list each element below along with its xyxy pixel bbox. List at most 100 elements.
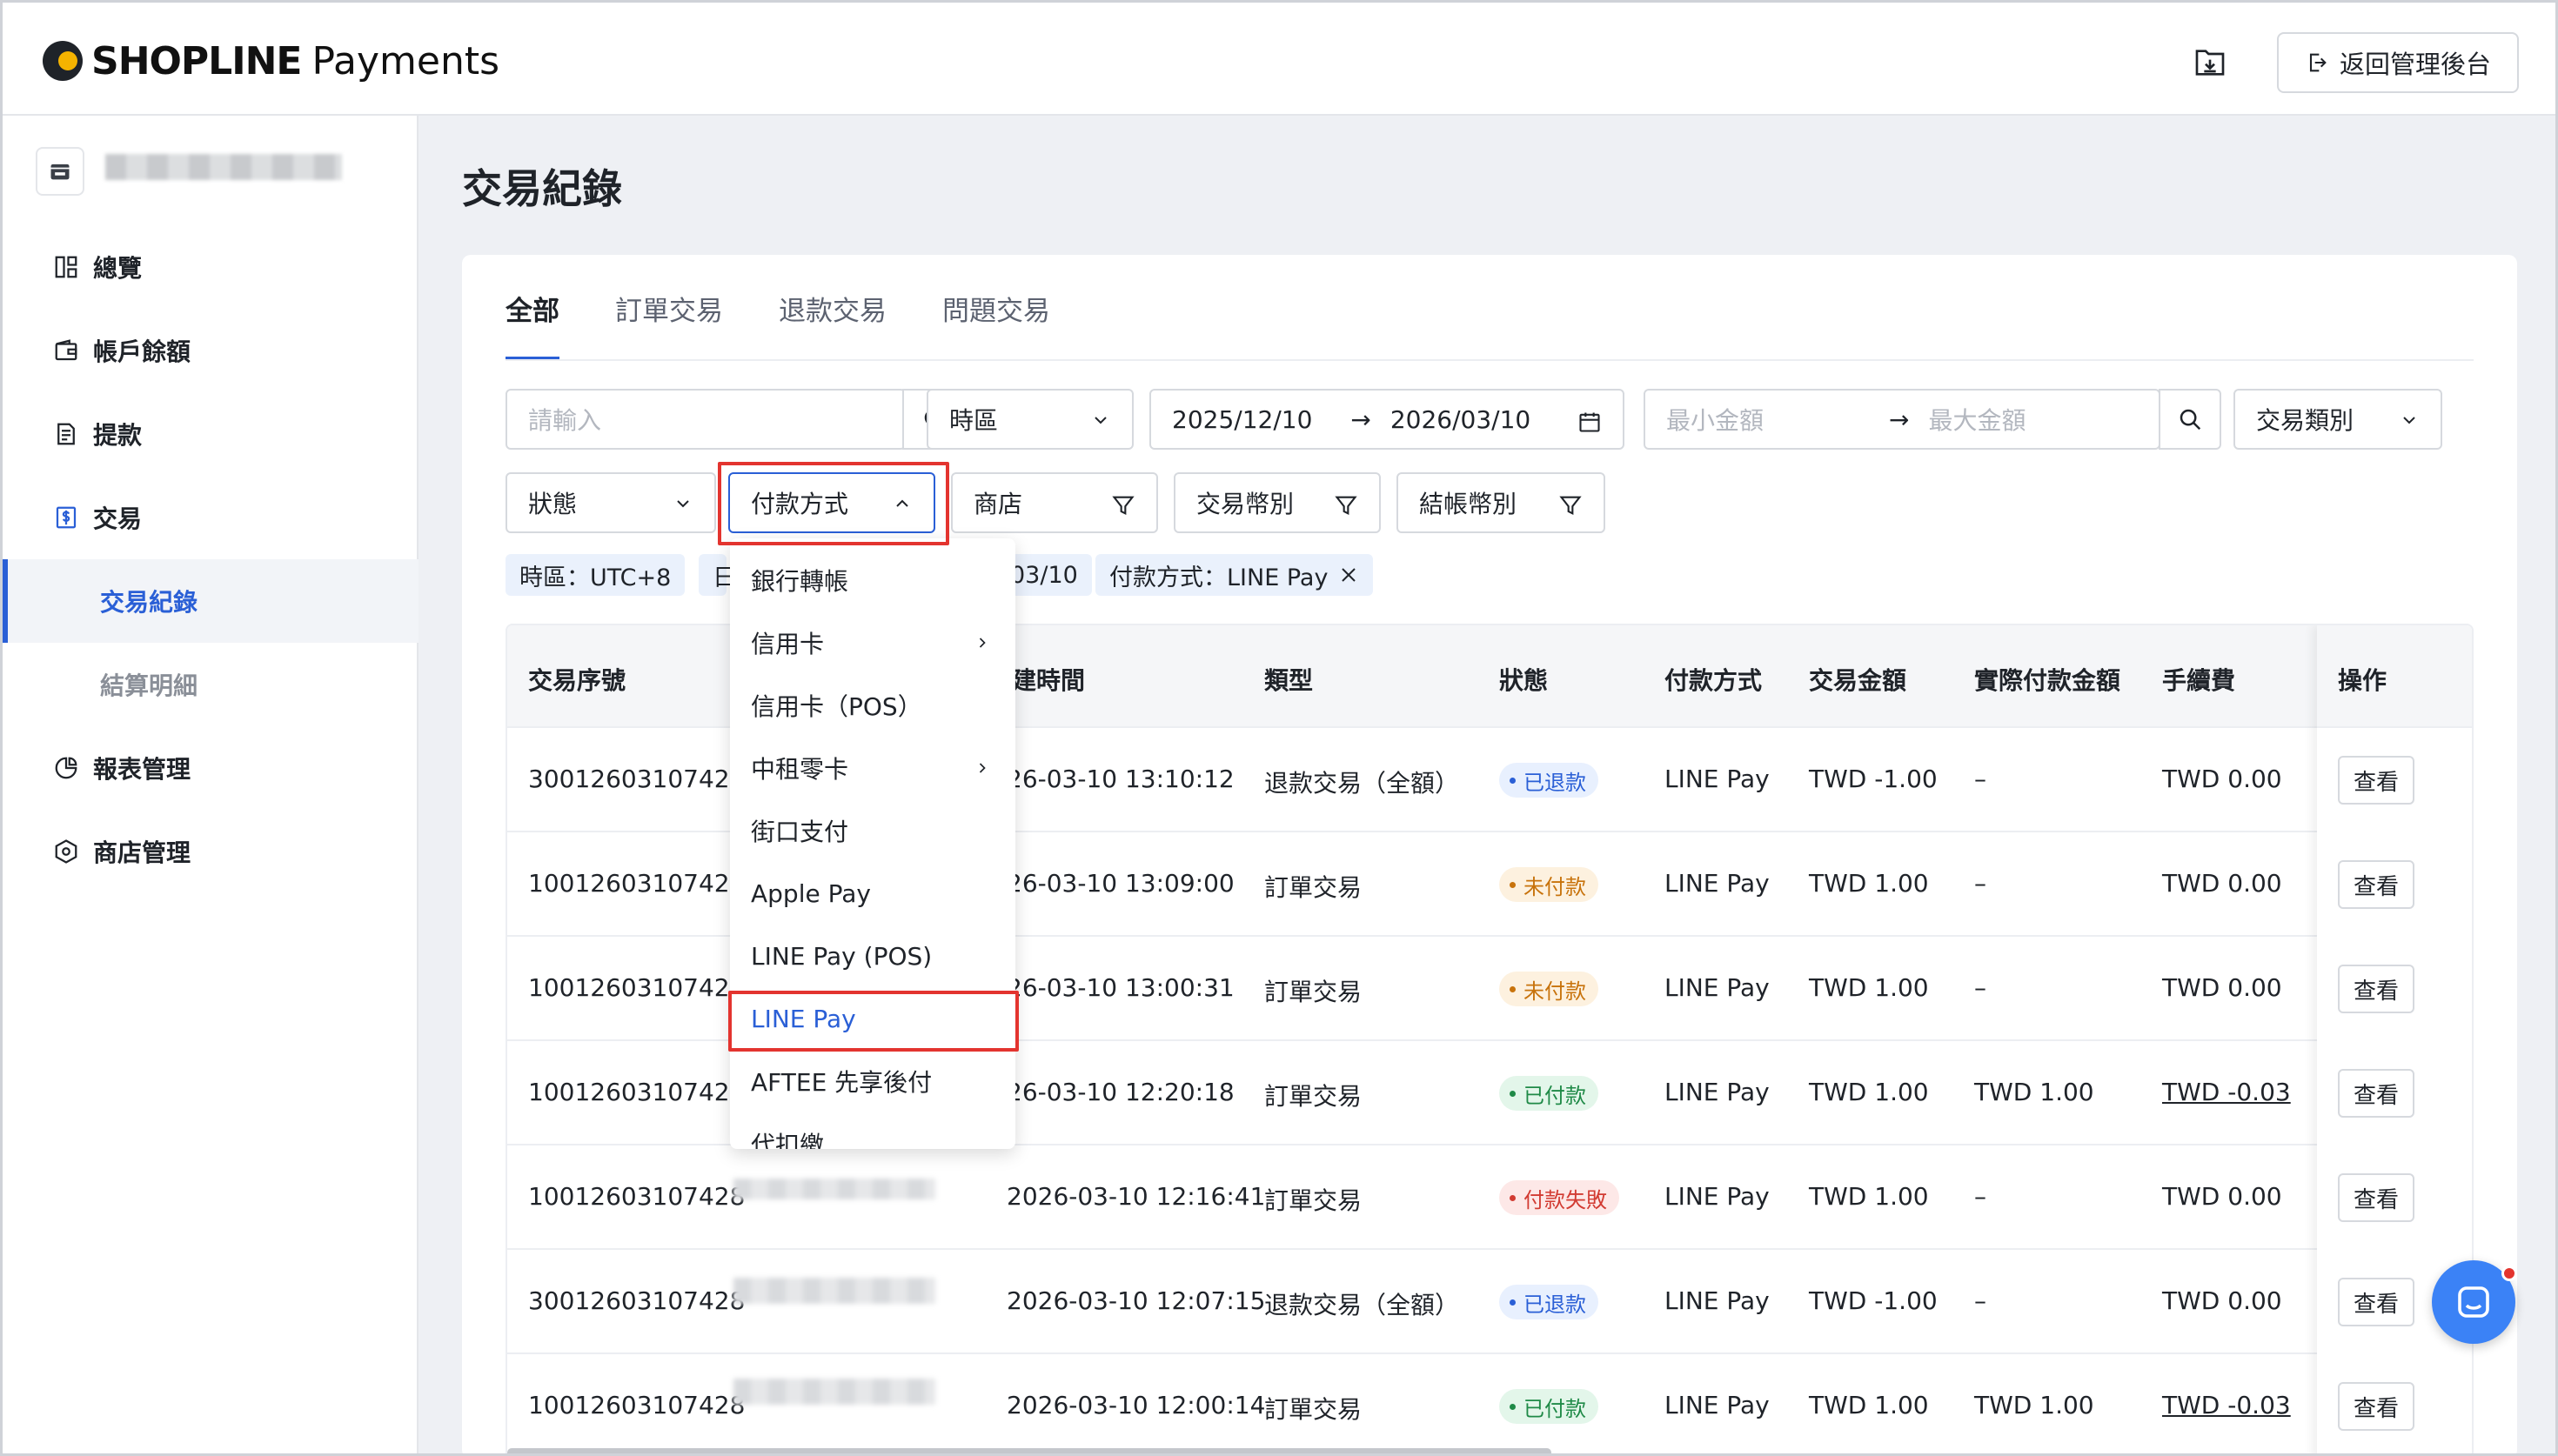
redacted-cell: [733, 1278, 935, 1304]
cell-method: LINE Pay: [1664, 765, 1770, 793]
store-selector[interactable]: [36, 147, 84, 196]
dropdown-option[interactable]: LINE Pay (POS): [730, 925, 1015, 987]
cell-method: LINE Pay: [1664, 1078, 1770, 1106]
cell-type: 訂單交易: [1264, 1395, 1363, 1424]
search-input[interactable]: 請輸入: [506, 389, 906, 450]
sidebar-item-transactions[interactable]: 交易: [3, 476, 419, 559]
sidebar-item-reports[interactable]: 報表管理: [3, 726, 419, 810]
view-button[interactable]: 查看: [2338, 756, 2414, 805]
tab-divider: [506, 359, 2474, 361]
filter-chip-timezone[interactable]: 時區：UTC+8: [506, 554, 686, 596]
download-icon[interactable]: [2188, 41, 2232, 84]
cell-method: LINE Pay: [1664, 1391, 1770, 1419]
sidebar-item-label: 提款: [93, 421, 143, 450]
transaction-currency-filter[interactable]: 交易幣別: [1174, 472, 1381, 533]
col-header-id: 交易序號: [528, 666, 626, 695]
col-header-actions: 操作: [2338, 666, 2387, 695]
timezone-select[interactable]: 時區: [927, 389, 1134, 450]
dropdown-option[interactable]: AFTEE 先享後付: [730, 1050, 1015, 1112]
chip-label: 付款方式：LINE Pay: [1109, 564, 1329, 591]
cell-fee: TWD 0.00: [2162, 765, 2282, 793]
store-filter-label: 商店: [974, 490, 1023, 518]
chevron-right-icon: [979, 763, 986, 773]
sidebar-item-store-management[interactable]: 商店管理: [3, 810, 419, 893]
cell-id: 100126031074288: [528, 869, 746, 898]
cell-time: 26-03-10 12:20:18: [1007, 1078, 1235, 1106]
dropdown-option[interactable]: 銀行轉帳: [730, 549, 1015, 611]
sidebar-item-overview[interactable]: 總覽: [3, 225, 419, 309]
document-icon: [57, 423, 75, 445]
redacted-cell: [733, 1179, 935, 1199]
back-to-admin-label: 返回管理後台: [2339, 50, 2491, 79]
cell-amount: TWD 1.00: [1809, 973, 1929, 1002]
dropdown-option[interactable]: 中租零卡: [730, 737, 1015, 799]
cell-amount: TWD -1.00: [1809, 765, 1938, 793]
date-range-picker[interactable]: 2025/12/10 → 2026/03/10: [1149, 389, 1624, 450]
cell-amount: TWD 1.00: [1809, 1182, 1929, 1211]
close-icon[interactable]: [1338, 564, 1359, 585]
status-badge: 未付款: [1499, 972, 1598, 1006]
exit-icon: [2309, 53, 2327, 72]
cell-actual: –: [1974, 765, 1986, 793]
view-button[interactable]: 查看: [2338, 1382, 2414, 1431]
store-filter[interactable]: 商店: [951, 472, 1158, 533]
horizontal-scrollbar[interactable]: [507, 1448, 1551, 1453]
sidebar-item-withdraw[interactable]: 提款: [3, 392, 419, 476]
view-button[interactable]: 查看: [2338, 1173, 2414, 1222]
cell-time: 2026-03-10 12:07:15: [1007, 1286, 1266, 1315]
view-button[interactable]: 查看: [2338, 1278, 2414, 1326]
dropdown-option[interactable]: 信用卡（POS）: [730, 674, 1015, 737]
cell-type: 訂單交易: [1264, 873, 1363, 902]
sidebar-item-label: 商店管理: [93, 838, 191, 867]
cell-fee[interactable]: TWD -0.03: [2162, 1391, 2291, 1419]
dropdown-option[interactable]: 街口支付: [730, 799, 1015, 862]
payment-method-select[interactable]: 付款方式: [728, 472, 935, 533]
amount-range-input[interactable]: 最小金額 → 最大金額: [1644, 389, 2160, 450]
dropdown-option[interactable]: 信用卡: [730, 611, 1015, 674]
cell-actual: –: [1974, 1182, 1986, 1211]
filter-icon: [1559, 496, 1582, 516]
view-button[interactable]: 查看: [2338, 1069, 2414, 1118]
dropdown-option[interactable]: 代扣繳: [730, 1112, 1015, 1149]
filter-chip-date-tail[interactable]: 03/10: [1010, 554, 1092, 596]
filter-icon: [1335, 496, 1357, 516]
sidebar-item-settlement-details[interactable]: 結算明細: [3, 643, 419, 726]
filter-chip-date[interactable]: 日: [699, 554, 736, 596]
col-header-fee: 手續費: [2162, 666, 2236, 695]
cell-method: LINE Pay: [1664, 1286, 1770, 1315]
cell-fee[interactable]: TWD -0.03: [2162, 1078, 2291, 1106]
status-badge: 已退款: [1499, 763, 1598, 798]
cell-actual: –: [1974, 1286, 1986, 1315]
cell-type: 訂單交易: [1264, 1082, 1363, 1111]
tab-issues[interactable]: 問題交易: [942, 255, 1050, 361]
sidebar-item-transaction-records[interactable]: 交易紀錄: [3, 559, 419, 643]
back-to-admin-button[interactable]: 返回管理後台: [2277, 32, 2519, 93]
sidebar-item-label: 結算明細: [100, 671, 198, 700]
chevron-right-icon: [979, 638, 986, 648]
dropdown-option-label: LINE Pay (POS): [751, 941, 933, 971]
brand-logo[interactable]: SHOPLINE Payments: [43, 37, 499, 84]
sidebar-item-balance[interactable]: 帳戶餘額: [3, 309, 419, 392]
tab-refunds[interactable]: 退款交易: [779, 255, 887, 361]
tab-orders[interactable]: 訂單交易: [615, 255, 723, 361]
chip-label: 03/10: [1010, 561, 1078, 589]
view-button[interactable]: 查看: [2338, 860, 2414, 909]
dropdown-option[interactable]: Apple Pay: [730, 862, 1015, 925]
date-end: 2026/03/10: [1389, 404, 1531, 434]
dashboard-icon: [55, 256, 77, 278]
arrow-right-icon: →: [1889, 404, 1910, 434]
view-button[interactable]: 查看: [2338, 965, 2414, 1013]
dropdown-option[interactable]: LINE Pay: [730, 987, 1015, 1050]
dropdown-option-label: 信用卡: [751, 630, 825, 658]
chip-label: 時區：UTC+8: [519, 564, 672, 591]
filter-chip-payment[interactable]: 付款方式：LINE Pay: [1095, 554, 1374, 596]
transaction-type-select[interactable]: 交易類別: [2233, 389, 2442, 450]
settlement-currency-filter[interactable]: 結帳幣別: [1396, 472, 1605, 533]
store-icon: [36, 147, 84, 196]
status-select[interactable]: 狀態: [506, 472, 716, 533]
amount-search-button[interactable]: [2159, 389, 2221, 450]
col-header-amount: 交易金額: [1809, 666, 1907, 695]
tab-all[interactable]: 全部: [506, 255, 559, 361]
hexagon-settings-icon: [55, 839, 77, 864]
sidebar-item-label: 帳戶餘額: [93, 337, 191, 366]
